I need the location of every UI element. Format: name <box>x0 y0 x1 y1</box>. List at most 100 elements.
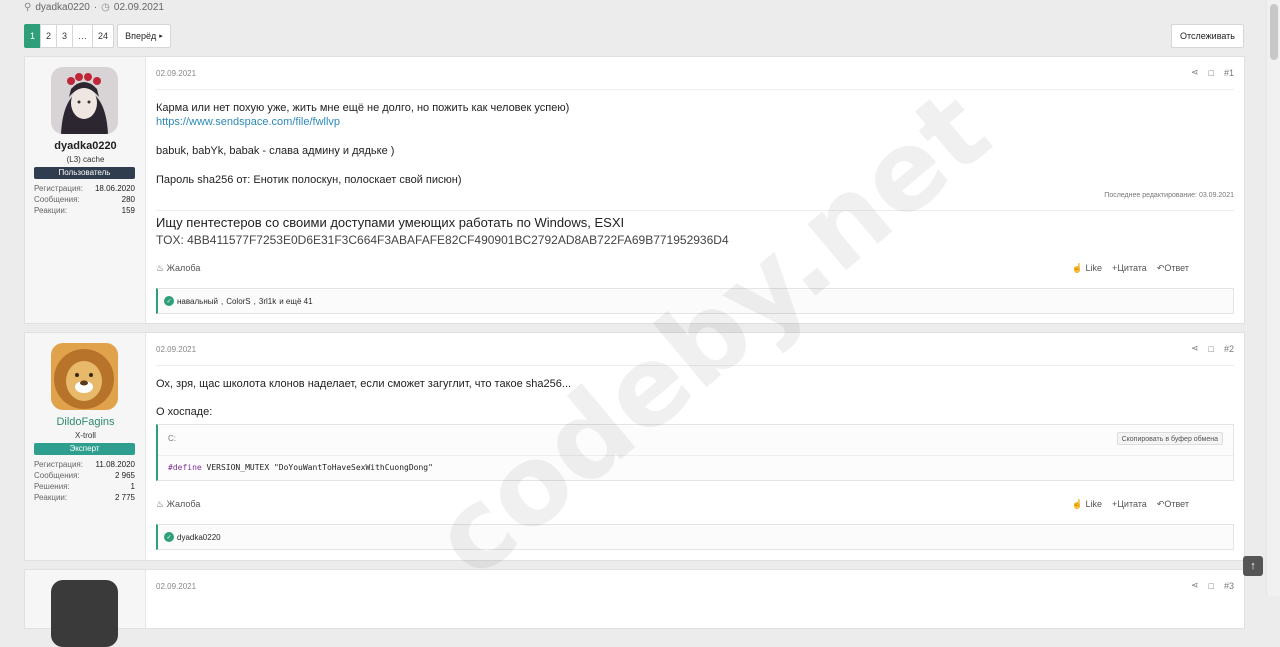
avatar[interactable] <box>51 343 118 410</box>
stat-value: 18.06.2020 <box>94 184 135 193</box>
follow-button[interactable]: Отслеживать <box>1170 24 1244 48</box>
username[interactable]: DildoFagins <box>25 416 146 428</box>
reaction-more[interactable]: и ещё 41 <box>279 297 312 306</box>
arrow-up-icon: ↑ <box>1250 560 1256 572</box>
post-tools: ⋖ □ #3 <box>1191 580 1234 591</box>
quote-button[interactable]: +Цитата <box>1112 499 1147 510</box>
post-date[interactable]: 02.09.2021 <box>156 582 196 591</box>
stat-value: 280 <box>121 195 135 204</box>
post-tools: ⋖ □ #2 <box>1191 343 1234 354</box>
stat-label: Регистрация: <box>34 184 83 193</box>
user-icon: ⚲ <box>24 2 32 13</box>
code-language: C: <box>168 434 176 443</box>
code-block: C: Скопировать в буфер обмена #define VE… <box>156 424 1234 481</box>
user-title: (L3) cache <box>66 155 105 164</box>
bookmark-icon[interactable]: □ <box>1209 68 1214 78</box>
thread-date[interactable]: 02.09.2021 <box>114 2 164 13</box>
quote-label: Цитата <box>1117 263 1147 273</box>
post-body: 02.09.2021 ⋖ □ #3 <box>146 570 1244 628</box>
reply-button[interactable]: ↶Ответ <box>1157 263 1189 274</box>
scrollbar-thumb[interactable] <box>1270 4 1278 60</box>
page-button-2[interactable]: 2 <box>40 24 58 48</box>
reaction-user[interactable]: dyadka0220 <box>177 533 221 542</box>
stat-value: 11.08.2020 <box>95 460 135 469</box>
stat-label: Сообщения: <box>34 195 80 204</box>
stat-row: Регистрация: 18.06.2020 <box>34 183 135 194</box>
caret-right-icon: ▸ <box>159 33 163 40</box>
stat-row: Сообщения: 2 965 <box>34 470 135 481</box>
stat-label: Реакции: <box>34 206 68 215</box>
user-title: X-troll <box>75 431 96 440</box>
stat-label: Решения: <box>34 482 70 491</box>
like-label: Like <box>1085 263 1102 273</box>
stat-value: 159 <box>121 206 135 215</box>
username[interactable]: dyadka0220 <box>25 140 146 152</box>
stat-value: 2 965 <box>114 471 135 480</box>
post-actions: ☝ Like +Цитата ↶Ответ <box>1072 263 1189 274</box>
post-date[interactable]: 02.09.2021 <box>156 69 196 78</box>
post-3: 02.09.2021 ⋖ □ #3 <box>24 569 1245 647</box>
copy-code-button[interactable]: Скопировать в буфер обмена <box>1116 432 1223 445</box>
post-text-line: Ох, зря, щас школота клонов наделает, ес… <box>156 378 572 390</box>
divider <box>156 365 1234 366</box>
user-panel <box>25 570 146 647</box>
post-text-line: Пароль sha256 от: Енотик полоскун, полос… <box>156 174 462 186</box>
report-button[interactable]: ♨ Жалоба <box>156 263 200 274</box>
next-page-button[interactable]: Вперёд ▸ <box>117 24 171 48</box>
code-divider <box>158 455 1233 456</box>
user-badge: Эксперт <box>34 443 135 455</box>
bookmark-icon[interactable]: □ <box>1209 344 1214 354</box>
avatar[interactable] <box>51 67 118 134</box>
avatar[interactable] <box>51 580 118 647</box>
report-button[interactable]: ♨ Жалоба <box>156 499 200 510</box>
page-button-24[interactable]: 24 <box>92 24 115 48</box>
reaction-user[interactable]: 3rl1k <box>259 297 276 306</box>
reply-label: Ответ <box>1164 263 1189 273</box>
like-button[interactable]: ☝ Like <box>1072 499 1102 510</box>
share-icon[interactable]: ⋖ <box>1191 580 1199 591</box>
bookmark-icon[interactable]: □ <box>1209 581 1214 591</box>
stat-label: Реакции: <box>34 493 68 502</box>
post-text-line: babuk, babYk, babak - слава админу и дяд… <box>156 145 395 157</box>
divider <box>156 89 1234 90</box>
user-badge: Пользователь <box>34 167 135 179</box>
report-label: Жалоба <box>166 263 201 273</box>
code-line: #define VERSION_MUTEX "DoYouWantToHaveSe… <box>168 463 433 472</box>
page-button-1[interactable]: 1 <box>24 24 42 48</box>
stat-row: Реакции: 2 775 <box>34 492 135 503</box>
reactions-bar: ✓ dyadka0220 <box>156 524 1234 550</box>
code-keyword: #define <box>168 463 202 472</box>
reactions-bar: ✓ навальный, ColorS, 3rl1k и ещё 41 <box>156 288 1234 314</box>
like-label: Like <box>1085 499 1102 509</box>
reply-label: Ответ <box>1164 499 1189 509</box>
reaction-user[interactable]: навальный <box>177 297 218 306</box>
thumb-icon: ☝ <box>1071 499 1083 509</box>
post-body: 02.09.2021 ⋖ □ #2 Ох, зря, щас школота к… <box>146 333 1244 560</box>
next-page-label: Вперёд <box>125 31 157 41</box>
like-reaction-icon: ✓ <box>164 532 174 542</box>
like-button[interactable]: ☝ Like <box>1072 263 1102 274</box>
post-link[interactable]: https://www.sendspace.com/file/fwllvp <box>156 116 340 128</box>
scrollbar[interactable] <box>1266 0 1280 596</box>
reaction-user[interactable]: ColorS <box>226 297 250 306</box>
post-number[interactable]: #2 <box>1224 344 1234 354</box>
thread-author[interactable]: dyadka0220 <box>35 2 90 13</box>
post-2: DildoFagins X-troll Эксперт Регистрация:… <box>24 332 1245 561</box>
stat-row: Сообщения: 280 <box>34 194 135 205</box>
post-number[interactable]: #1 <box>1224 68 1234 78</box>
user-panel: dyadka0220 (L3) cache Пользователь Регис… <box>25 57 146 323</box>
signature-tox: TOX: 4BB411577F7253E0D6E31F3C664F3ABAFAF… <box>156 233 729 247</box>
reply-button[interactable]: ↶Ответ <box>1157 499 1189 510</box>
scroll-to-top-button[interactable]: ↑ <box>1243 556 1263 576</box>
share-icon[interactable]: ⋖ <box>1191 343 1199 354</box>
user-stats: Регистрация: 18.06.2020 Сообщения: 280 Реа… <box>34 183 135 216</box>
stat-label: Регистрация: <box>34 460 83 469</box>
page-button-3[interactable]: 3 <box>56 24 74 48</box>
post-body: 02.09.2021 ⋖ □ #1 Карма или нет похую уж… <box>146 57 1244 323</box>
post-date[interactable]: 02.09.2021 <box>156 345 196 354</box>
stat-value: 1 <box>130 482 135 491</box>
quote-button[interactable]: +Цитата <box>1112 263 1147 274</box>
page-ellipsis[interactable]: … <box>72 24 94 48</box>
post-number[interactable]: #3 <box>1224 581 1234 591</box>
share-icon[interactable]: ⋖ <box>1191 67 1199 78</box>
